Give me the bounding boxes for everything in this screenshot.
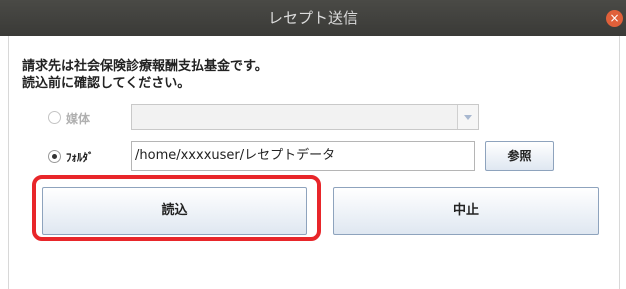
read-button[interactable]: 読込 <box>42 187 307 235</box>
info-message: 請求先は社会保険診療報酬支払基金です。 読込前に確認してください。 <box>22 58 268 92</box>
info-message-line-2: 読込前に確認してください。 <box>22 76 191 91</box>
info-message-line-1: 請求先は社会保険診療報酬支払基金です。 <box>22 59 268 74</box>
media-radio[interactable] <box>48 111 61 124</box>
media-radio-label: 媒体 <box>66 112 91 126</box>
chevron-down-icon[interactable] <box>457 105 478 129</box>
folder-radio[interactable] <box>48 150 61 163</box>
folder-radio-label: ﾌｫﾙﾀﾞ <box>66 151 94 164</box>
media-select[interactable] <box>131 104 479 130</box>
title-bar: レセプト送信 × <box>0 0 626 36</box>
cancel-button[interactable]: 中止 <box>333 187 599 235</box>
browse-button[interactable]: 参照 <box>485 141 554 171</box>
window-title: レセプト送信 <box>267 9 358 27</box>
folder-path-field[interactable]: /home/xxxxuser/レセプトデータ <box>131 141 475 171</box>
close-icon[interactable]: × <box>606 10 623 27</box>
receipt-send-dialog: レセプト送信 × 請求先は社会保険診療報酬支払基金です。 読込前に確認してくださ… <box>0 0 626 289</box>
